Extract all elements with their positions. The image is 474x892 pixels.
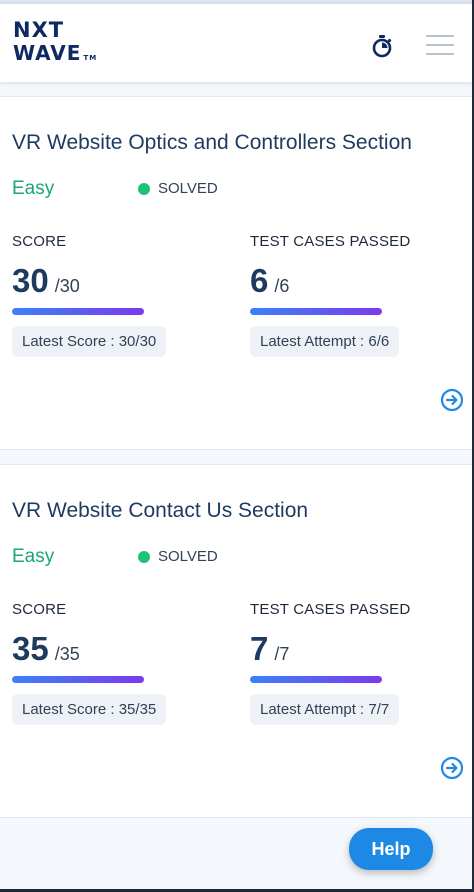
- score-label: SCORE: [12, 233, 67, 250]
- problem-card[interactable]: VR Website Contact Us Section Easy SOLVE…: [0, 464, 474, 818]
- tests-total: /7: [274, 644, 290, 664]
- nxtwave-logo[interactable]: NXT WAVE TM: [13, 18, 98, 65]
- score-label: SCORE: [12, 601, 67, 618]
- tests-label: TEST CASES PASSED: [250, 601, 411, 618]
- score-value: 35: [12, 630, 49, 667]
- status-text: SOLVED: [158, 180, 218, 197]
- app-header: NXT WAVE TM: [0, 4, 474, 82]
- tests-progress-bar: [250, 676, 382, 683]
- score-total: /35: [54, 644, 80, 664]
- help-button[interactable]: Help: [349, 828, 433, 870]
- tests-value: 7: [250, 630, 269, 667]
- status-badge: SOLVED: [138, 548, 218, 565]
- status-text: SOLVED: [158, 548, 218, 565]
- logo-line2: WAVE: [13, 41, 82, 65]
- tests-metric: TEST CASES PASSED 6 /6 Latest Attempt : …: [250, 233, 410, 357]
- difficulty-label: Easy: [12, 546, 55, 567]
- arrow-right-circle-icon[interactable]: [440, 388, 464, 412]
- tests-value: 6: [250, 262, 269, 299]
- score-value: 30: [12, 262, 49, 299]
- status-badge: SOLVED: [138, 180, 218, 197]
- latest-attempt-chip: Latest Attempt : 6/6: [250, 326, 400, 357]
- hamburger-menu-icon[interactable]: [426, 35, 454, 55]
- problem-title: VR Website Optics and Controllers Sectio…: [12, 131, 412, 154]
- problem-title: VR Website Contact Us Section: [12, 499, 309, 522]
- tests-total: /6: [274, 276, 290, 296]
- tests-metric: TEST CASES PASSED 7 /7 Latest Attempt : …: [250, 601, 410, 725]
- score-progress-bar: [12, 308, 144, 315]
- difficulty-label: Easy: [12, 178, 55, 199]
- solved-dot-icon: [138, 550, 150, 563]
- latest-score-chip: Latest Score : 35/35: [12, 694, 167, 725]
- logo-tm: TM: [83, 54, 98, 62]
- tests-label: TEST CASES PASSED: [250, 233, 411, 250]
- tests-progress-bar: [250, 308, 382, 315]
- latest-attempt-chip: Latest Attempt : 7/7: [250, 694, 400, 725]
- score-progress-bar: [12, 676, 144, 683]
- stopwatch-icon[interactable]: [371, 34, 393, 58]
- latest-score-chip: Latest Score : 30/30: [12, 326, 167, 357]
- problem-card[interactable]: VR Website Optics and Controllers Sectio…: [0, 96, 474, 450]
- score-metric: SCORE 30 /30 Latest Score : 30/30: [12, 233, 167, 357]
- arrow-right-circle-icon[interactable]: [440, 756, 464, 780]
- score-metric: SCORE 35 /35 Latest Score : 35/35: [12, 601, 167, 725]
- score-total: /30: [54, 276, 80, 296]
- solved-dot-icon: [138, 182, 150, 195]
- logo-line1: NXT: [13, 18, 65, 42]
